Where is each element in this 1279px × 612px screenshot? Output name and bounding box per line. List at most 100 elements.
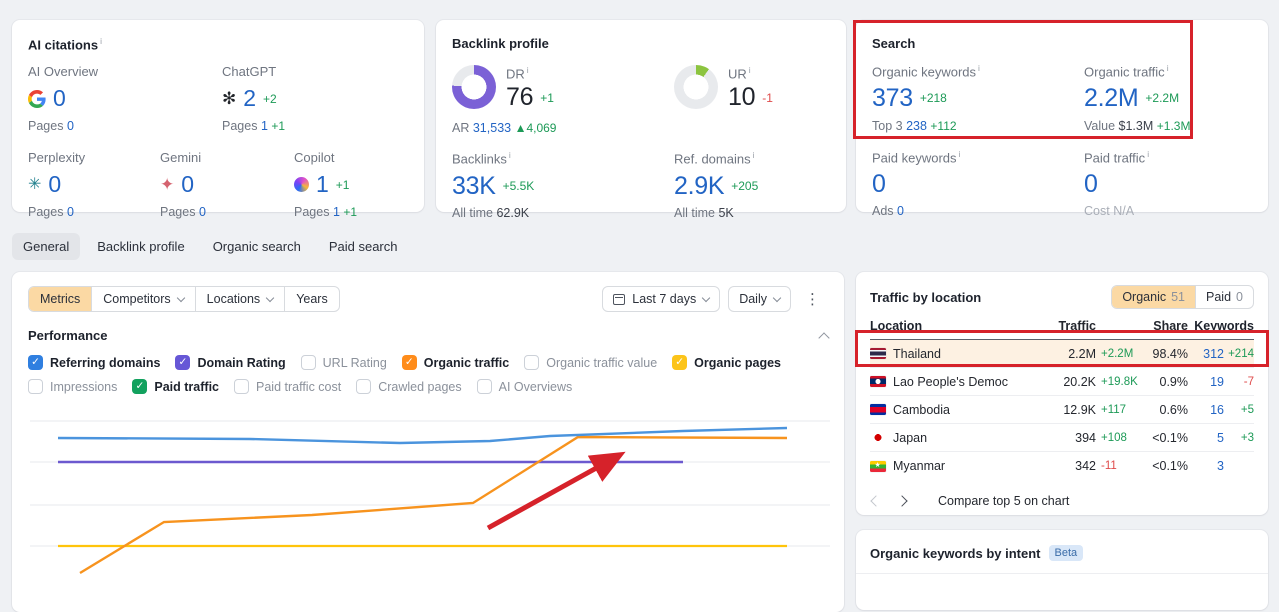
backlink-profile-card: Backlink profile DR i 76 +1 UR i 10 -1 A… (436, 20, 846, 220)
date-range-button[interactable]: Last 7 days (602, 286, 721, 312)
table-row-myanmar[interactable]: Myanmar 342 -11 <0.1% 3 (870, 452, 1254, 480)
perplexity-icon: ✳ (28, 175, 42, 193)
backlinks-metric: Backlinks i 33K +5.5K All time 62.9K (452, 150, 535, 220)
tab-backlink-profile[interactable]: Backlink profile (86, 233, 195, 260)
metrics-filter-button[interactable]: Metrics (29, 287, 92, 311)
ai-citations-title: AI citations i (28, 36, 102, 53)
collapse-chevron-icon[interactable] (818, 331, 830, 344)
organic-keywords-value[interactable]: 373 (872, 85, 913, 112)
ahrefs-rank: AR 31,533 ▲4,069 (452, 121, 557, 136)
organic-keywords-metric: Organic keywords i 373 +218 Top 3 238 +11… (872, 63, 980, 133)
gemini-metric: Gemini ✦ 0 Pages 0 (160, 150, 206, 220)
granularity-button[interactable]: Daily (728, 286, 791, 312)
checkbox-organic-pages[interactable]: ✓ Organic pages (672, 355, 781, 370)
chart-gridlines (30, 420, 830, 547)
myanmar-flag-icon (870, 460, 886, 472)
checkbox-url-rating[interactable]: URL Rating (300, 355, 387, 370)
gemini-icon: ✦ (160, 175, 175, 195)
keywords-link[interactable]: 312 (1188, 347, 1224, 361)
keywords-link[interactable]: 16 (1188, 403, 1224, 417)
traffic-by-location-card: Traffic by location Organic 51 Paid 0 Loca… (856, 272, 1268, 515)
thailand-flag-icon (870, 348, 886, 359)
ur-donut-chart (674, 65, 718, 109)
checkbox-icon: ✓ (672, 355, 688, 370)
pages-count[interactable]: 0 (67, 119, 74, 133)
kebab-menu-icon[interactable]: ⋮ (797, 286, 828, 312)
checkbox-organic-traffic[interactable]: ✓ Organic traffic (401, 355, 509, 370)
next-page-chevron-icon[interactable] (896, 495, 908, 507)
competitors-filter-button[interactable]: Competitors (91, 287, 194, 311)
paid-traffic-metric: Paid traffic i 0 Cost N/A (1084, 148, 1150, 219)
checkbox-icon: ✓ (401, 355, 417, 370)
organic-toggle-button[interactable]: Organic 51 (1112, 286, 1196, 308)
checkbox-impressions[interactable]: Impressions (28, 379, 117, 394)
copilot-value[interactable]: 1 (316, 171, 329, 198)
keywords-link[interactable]: 5 (1188, 431, 1224, 445)
ai-overview-value[interactable]: 0 (53, 85, 66, 112)
table-row-japan[interactable]: Japan 394 +108 <0.1% 5 +3 (870, 424, 1254, 452)
japan-flag-icon (870, 432, 886, 443)
table-row-laos[interactable]: Lao People's Democratic Reput 20.2K +19.… (870, 368, 1254, 396)
info-icon[interactable]: i (959, 149, 961, 159)
keywords-by-intent-title: Organic keywords by intent (870, 545, 1041, 561)
paid-traffic-value[interactable]: 0 (1084, 171, 1098, 198)
compare-top5-link[interactable]: Compare top 5 on chart (938, 494, 1069, 508)
beta-badge: Beta (1048, 545, 1084, 561)
checkbox-referring-domains[interactable]: ✓ Referring domains (28, 355, 160, 370)
checkbox-icon: ✓ (28, 355, 43, 370)
info-icon[interactable]: i (749, 65, 751, 75)
checkbox-icon: ✓ (132, 379, 148, 394)
top3-count[interactable]: 238 (906, 119, 927, 133)
checkbox-ai-overviews[interactable]: AI Overviews (476, 379, 572, 394)
pages-count[interactable]: 1 (333, 205, 340, 219)
organic-paid-toggle: Organic 51 Paid 0 (1111, 285, 1254, 309)
gemini-value[interactable]: 0 (181, 171, 194, 198)
locations-table: Location Traffic Share Keywords Thailand… (870, 319, 1254, 480)
locations-filter-button[interactable]: Locations (194, 287, 285, 311)
pages-count[interactable]: 0 (67, 205, 74, 219)
ar-value[interactable]: 31,533 (473, 121, 511, 135)
ref-domains-value[interactable]: 2.9K (674, 172, 725, 199)
info-icon[interactable]: i (978, 63, 980, 73)
info-icon[interactable]: i (753, 150, 755, 160)
chart-filter-group: Metrics Competitors Locations Years (28, 286, 340, 312)
info-icon[interactable]: i (527, 65, 529, 75)
tab-organic-search[interactable]: Organic search (202, 233, 312, 260)
search-card: Search Organic keywords i 373 +218 Top 3 … (856, 20, 1268, 218)
chatgpt-change: +2 (263, 91, 277, 106)
checkbox-crawled-pages[interactable]: Crawled pages (356, 379, 462, 394)
paid-toggle-button[interactable]: Paid 0 (1195, 286, 1253, 308)
pages-count[interactable]: 0 (199, 205, 206, 219)
prev-page-chevron-icon[interactable] (870, 495, 882, 507)
checkbox-icon (300, 355, 316, 370)
checkbox-icon (524, 355, 540, 370)
info-icon[interactable]: i (1167, 63, 1169, 73)
chevron-down-icon (701, 293, 711, 302)
keywords-link[interactable]: 3 (1188, 459, 1224, 473)
referring-domains-line (57, 426, 788, 445)
tab-general[interactable]: General (12, 233, 81, 260)
table-row-cambodia[interactable]: Cambodia 12.9K +117 0.6% 16 +5 (870, 396, 1254, 424)
checkbox-organic-traffic-value[interactable]: Organic traffic value (524, 355, 657, 370)
paid-keywords-value[interactable]: 0 (872, 171, 886, 198)
url-rating-metric: UR i 10 -1 (674, 65, 773, 112)
table-row-thailand[interactable]: Thailand 2.2M +2.2M 98.4% 312 +214 (870, 340, 1254, 368)
checkbox-paid-traffic-cost[interactable]: Paid traffic cost (234, 379, 341, 394)
checkbox-paid-traffic[interactable]: ✓ Paid traffic (132, 379, 219, 394)
section-tabs: General Backlink profile Organic search … (12, 233, 409, 260)
years-filter-button[interactable]: Years (284, 287, 339, 311)
info-icon[interactable]: i (1147, 149, 1149, 159)
organic-traffic-value[interactable]: 2.2M (1084, 85, 1139, 112)
ur-value: 10 (728, 83, 756, 112)
keywords-link[interactable]: 19 (1188, 375, 1224, 389)
checkbox-domain-rating[interactable]: ✓ Domain Rating (175, 355, 286, 370)
chatgpt-value[interactable]: 2 (243, 85, 256, 112)
backlinks-value[interactable]: 33K (452, 172, 496, 199)
info-icon[interactable]: i (509, 150, 511, 160)
pages-count[interactable]: 1 (261, 119, 268, 133)
tab-paid-search[interactable]: Paid search (318, 233, 409, 260)
perplexity-value[interactable]: 0 (48, 171, 61, 198)
ads-count[interactable]: 0 (897, 204, 904, 218)
ai-overview-metric: AI Overview 0 Pages 0 (28, 64, 99, 134)
info-icon[interactable]: i (100, 36, 102, 46)
